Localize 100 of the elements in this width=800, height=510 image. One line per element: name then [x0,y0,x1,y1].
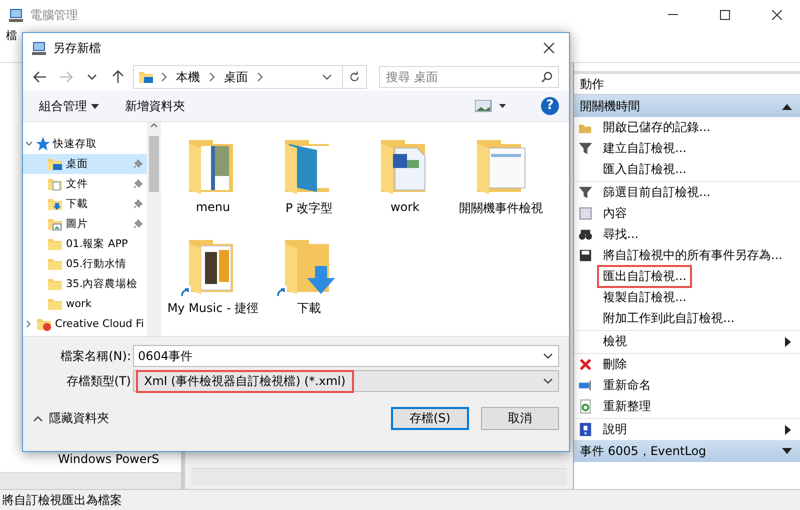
properties-icon [578,206,593,221]
action-item[interactable]: 重新整理 [603,398,800,415]
actions-header: 動作 [574,71,800,95]
action-item[interactable]: 尋找... [603,226,800,243]
close-icon[interactable] [772,10,782,20]
forward-arrow-icon [59,71,73,83]
action-item[interactable]: 篩選目前自訂檢視... [603,184,800,201]
chevron-down-icon[interactable] [25,140,33,148]
folder-icon [47,276,63,292]
action-item[interactable]: 建立自訂檢視... [603,140,800,157]
submenu-arrow-icon [784,337,792,347]
folder-icon [47,296,63,312]
tree-item[interactable]: 文件 [23,174,147,194]
scrollbar-thumb[interactable] [149,136,159,192]
folder-icon [138,69,154,85]
dropdown-icon[interactable] [322,74,332,80]
collapse-icon[interactable] [782,102,792,110]
action-item[interactable]: 刪除 [603,356,800,373]
breadcrumb[interactable]: 本機 [174,68,202,86]
tree-item[interactable]: Creative Cloud Fi [23,314,147,334]
folder-icon [47,156,63,172]
hide-folders-button[interactable]: 隱藏資料夾 [23,409,115,428]
folder-item[interactable]: P 改字型 [261,136,357,236]
status-bar: 將自訂檢視匯出為檔案 [0,489,800,510]
folder-item[interactable]: 開關機事件檢視 [453,136,549,236]
folder-icon [47,196,63,212]
filename-field[interactable]: 0604事件 [133,345,559,367]
computer-icon [8,7,24,23]
chevron-up-icon [33,416,43,422]
tree-item[interactable]: work [23,294,147,314]
file-type-dropdown[interactable]: Xml (事件檢視器自訂檢視檔) (*.xml) [133,370,559,392]
horizontal-scrollbar[interactable] [0,472,181,489]
tree-item[interactable]: 下載 [23,194,147,214]
submenu-arrow-icon [784,425,792,435]
search-field[interactable]: 搜尋 桌面 [379,66,559,88]
view-options-icon[interactable] [475,100,507,112]
star-icon [36,137,50,151]
computer-icon [31,40,47,56]
toolbar-button[interactable]: 新增資料夾 [123,96,187,116]
help-book-icon [578,422,593,437]
filter-icon [578,141,593,156]
action-item[interactable]: 匯入自訂檢視... [603,161,800,178]
folder-item[interactable]: work [357,136,453,236]
scroll-up-icon[interactable] [150,122,158,128]
delete-icon [578,357,593,372]
binoculars-icon [578,227,593,242]
menu-item[interactable]: 檔 [6,29,17,42]
section-header[interactable]: 事件 6005，EventLog [574,440,800,462]
filter-icon [578,185,593,200]
field-label: 存檔類型(T) [65,372,132,390]
action-item[interactable]: 開啟已儲存的記錄... [603,119,800,136]
action-item[interactable]: 複製自訂檢視... [603,289,800,306]
tree-item[interactable]: 圖片 [23,214,147,234]
section-header[interactable]: 開關機時間 [574,95,800,117]
toolbar-button[interactable]: 組合管理 [37,96,101,116]
action-item[interactable]: 附加工作到此自訂檢視... [603,310,800,327]
caret-icon [91,104,99,108]
dropdown-icon [543,353,553,359]
folder-item[interactable]: menu [165,136,261,236]
breadcrumb[interactable]: 桌面 [222,68,250,86]
tree-item[interactable]: 快速存取 [23,134,147,154]
dialog-title: 另存新檔 [53,40,102,56]
rename-icon [578,378,593,393]
maximize-icon[interactable] [720,10,730,20]
window-title: 電腦管理 [30,6,79,24]
search-icon [541,71,553,83]
chevron-right-icon[interactable] [25,320,33,328]
folder-icon [47,256,63,272]
refresh-icon [578,399,593,414]
chevron-down-icon [87,74,97,80]
action-item[interactable]: 說明 [603,421,800,438]
dialog-button[interactable]: 取消 [481,407,559,430]
chevron-icon [256,72,264,82]
tree-item[interactable]: 01.報案 APP [23,234,147,254]
expand-icon[interactable] [782,448,792,454]
tree-item[interactable]: Windows PowerS [58,452,160,466]
chevron-icon [160,72,168,82]
tree-item[interactable]: 35.內容農場檢 [23,274,147,294]
folder-icon [47,176,63,192]
folder-item[interactable]: My Music - 捷徑 [165,236,261,336]
dialog-button[interactable]: 存檔(S) [391,407,469,430]
folder-item[interactable]: 下載 [261,236,357,336]
field-label: 檔案名稱(N): [60,348,132,364]
help-button[interactable]: ? [541,97,559,115]
folder-icon [36,316,52,332]
folder-icon [47,236,63,252]
up-arrow-icon [112,70,124,84]
tree-item[interactable]: 桌面 [23,154,147,174]
back-arrow-icon [33,71,47,83]
action-item[interactable]: 匯出自訂檢視... [597,265,692,288]
tree-item[interactable]: 05.行動水情 [23,254,147,274]
action-item[interactable]: 將自訂檢視中的所有事件另存為... [603,247,800,264]
close-icon [543,42,555,54]
refresh-icon [349,71,360,83]
dropdown-icon [543,378,553,384]
minimize-icon[interactable] [668,14,678,16]
action-item[interactable]: 內容 [603,205,800,222]
action-item[interactable]: 重新命名 [603,377,800,394]
address-bar[interactable]: 本機 桌面 [133,65,367,89]
action-item[interactable]: 檢視 [603,333,800,350]
